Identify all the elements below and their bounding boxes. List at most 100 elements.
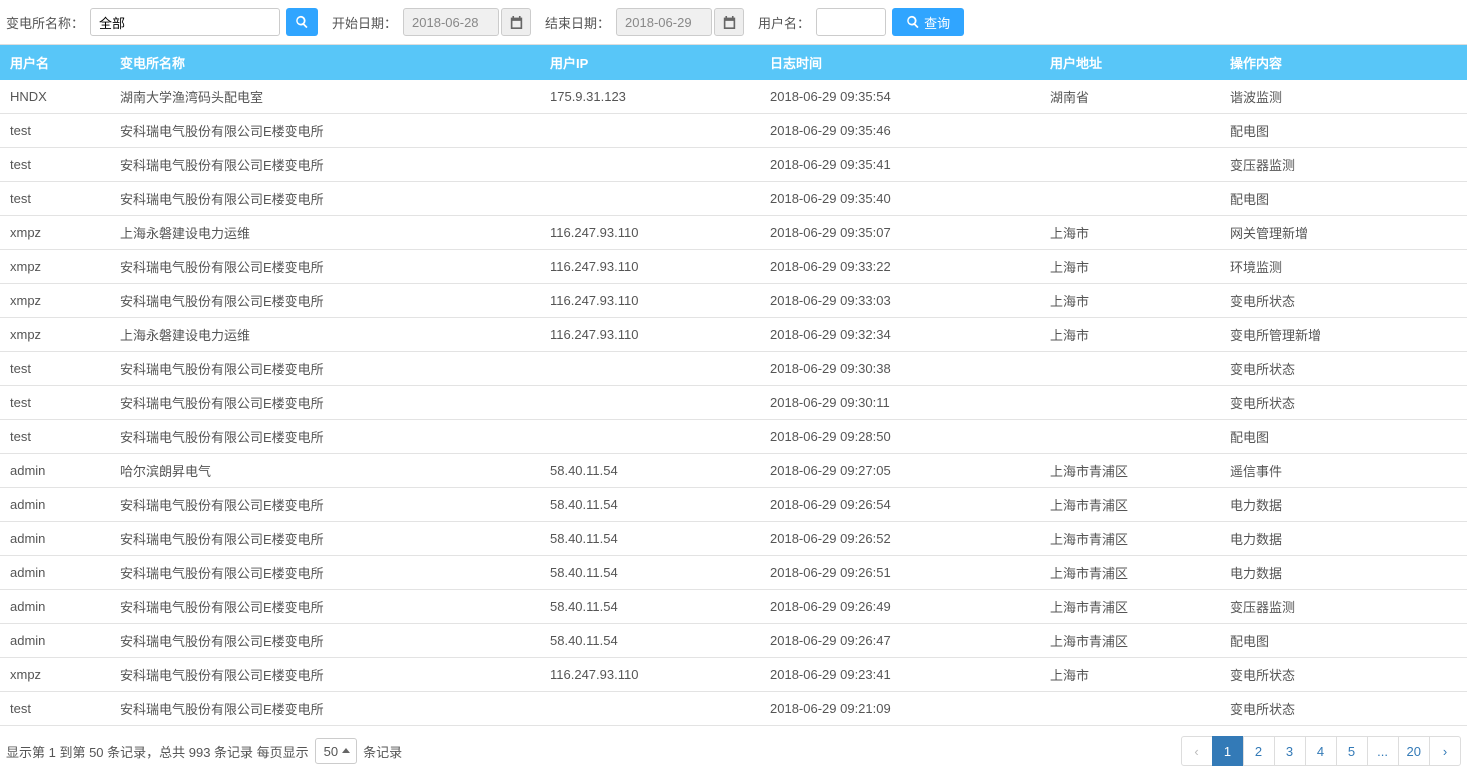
username-input[interactable] <box>816 8 886 36</box>
th-time[interactable]: 日志时间 <box>760 45 1040 80</box>
page-prev[interactable]: ‹ <box>1181 736 1213 766</box>
table-cell: 电力数据 <box>1220 522 1467 556</box>
table-cell: test <box>0 148 110 182</box>
table-cell: 58.40.11.54 <box>540 624 760 658</box>
search-station-button[interactable] <box>286 8 318 36</box>
table-cell: 网关管理新增 <box>1220 216 1467 250</box>
table-row[interactable]: xmpz安科瑞电气股份有限公司E楼变电所116.247.93.1102018-0… <box>0 250 1467 284</box>
table-cell: 上海市 <box>1040 250 1220 284</box>
page-20[interactable]: 20 <box>1398 736 1430 766</box>
page-1[interactable]: 1 <box>1212 736 1244 766</box>
page-2[interactable]: 2 <box>1243 736 1275 766</box>
table-cell: 遥信事件 <box>1220 454 1467 488</box>
table-cell: 安科瑞电气股份有限公司E楼变电所 <box>110 420 540 454</box>
calendar-icon <box>723 16 736 29</box>
table-cell: admin <box>0 488 110 522</box>
table-cell: 2018-06-29 09:30:38 <box>760 352 1040 386</box>
end-date-input[interactable] <box>616 8 712 36</box>
page-3[interactable]: 3 <box>1274 736 1306 766</box>
table-cell: 116.247.93.110 <box>540 658 760 692</box>
table-row[interactable]: test安科瑞电气股份有限公司E楼变电所2018-06-29 09:35:41变… <box>0 148 1467 182</box>
table-cell: 58.40.11.54 <box>540 556 760 590</box>
table-cell: 2018-06-29 09:26:54 <box>760 488 1040 522</box>
table-row[interactable]: admin安科瑞电气股份有限公司E楼变电所58.40.11.542018-06-… <box>0 488 1467 522</box>
table-cell: 58.40.11.54 <box>540 590 760 624</box>
table-row[interactable]: HNDX湖南大学渔湾码头配电室175.9.31.1232018-06-29 09… <box>0 80 1467 114</box>
search-icon <box>906 15 920 29</box>
table-cell: 2018-06-29 09:30:11 <box>760 386 1040 420</box>
table-row[interactable]: test安科瑞电气股份有限公司E楼变电所2018-06-29 09:35:46配… <box>0 114 1467 148</box>
end-date-picker-button[interactable] <box>714 8 744 36</box>
table-row[interactable]: xmpz安科瑞电气股份有限公司E楼变电所116.247.93.1102018-0… <box>0 284 1467 318</box>
table-cell: 安科瑞电气股份有限公司E楼变电所 <box>110 182 540 216</box>
table-cell <box>540 352 760 386</box>
th-addr[interactable]: 用户地址 <box>1040 45 1220 80</box>
table-cell: 175.9.31.123 <box>540 80 760 114</box>
log-table-wrap: 用户名 变电所名称 用户IP 日志时间 用户地址 操作内容 HNDX湖南大学渔湾… <box>0 44 1467 726</box>
pagination: ‹12345...20› <box>1182 736 1461 766</box>
table-row[interactable]: xmpz上海永磐建设电力运维116.247.93.1102018-06-29 0… <box>0 318 1467 352</box>
page-next[interactable]: › <box>1429 736 1461 766</box>
table-cell: 安科瑞电气股份有限公司E楼变电所 <box>110 148 540 182</box>
table-cell: test <box>0 692 110 726</box>
table-cell: 2018-06-29 09:35:41 <box>760 148 1040 182</box>
table-cell <box>540 692 760 726</box>
table-row[interactable]: test安科瑞电气股份有限公司E楼变电所 2018-06-29 09:28:50 配… <box>0 420 1467 454</box>
table-cell: 安科瑞电气股份有限公司E楼变电所 <box>110 658 540 692</box>
query-button[interactable]: 查询 <box>892 8 964 36</box>
table-cell: 电力数据 <box>1220 556 1467 590</box>
table-row[interactable]: xmpz安科瑞电气股份有限公司E楼变电所116.247.93.1102018-0… <box>0 658 1467 692</box>
table-cell: 配电图 <box>1220 420 1467 454</box>
table-footer: 显示第 1 到第 50 条记录，总共 993 条记录 每页显示 50 条记录 ‹… <box>0 726 1467 774</box>
table-cell: 安科瑞电气股份有限公司E楼变电所 <box>110 624 540 658</box>
table-row[interactable]: test安科瑞电气股份有限公司E楼变电所2018-06-29 09:30:38变… <box>0 352 1467 386</box>
table-cell <box>540 386 760 420</box>
filter-toolbar: 变电所名称： 开始日期： 结束日期： 用户名： 查询 <box>0 0 1467 44</box>
table-cell: xmpz <box>0 216 110 250</box>
th-ip[interactable]: 用户IP <box>540 45 760 80</box>
table-cell <box>1040 182 1220 216</box>
table-row[interactable]: test安科瑞电气股份有限公司E楼变电所2018-06-29 09:30:11变… <box>0 386 1467 420</box>
table-cell: 变压器监测 <box>1220 590 1467 624</box>
start-date-picker-button[interactable] <box>501 8 531 36</box>
vertical-scrollbar[interactable] <box>1451 45 1467 726</box>
page-5[interactable]: 5 <box>1336 736 1368 766</box>
table-cell: 环境监测 <box>1220 250 1467 284</box>
table-row[interactable]: test安科瑞电气股份有限公司E楼变电所2018-06-29 09:35:40配… <box>0 182 1467 216</box>
table-row[interactable]: admin哈尔滨朗昇电气58.40.11.542018-06-29 09:27:… <box>0 454 1467 488</box>
table-row[interactable]: admin安科瑞电气股份有限公司E楼变电所58.40.11.542018-06-… <box>0 522 1467 556</box>
page-size-select[interactable]: 50 <box>315 738 357 764</box>
table-cell: 58.40.11.54 <box>540 488 760 522</box>
table-row[interactable]: admin安科瑞电气股份有限公司E楼变电所58.40.11.542018-06-… <box>0 556 1467 590</box>
table-cell <box>540 114 760 148</box>
table-cell <box>1040 114 1220 148</box>
table-cell: test <box>0 420 110 454</box>
table-cell: admin <box>0 454 110 488</box>
th-username[interactable]: 用户名 <box>0 45 110 80</box>
table-row[interactable]: xmpz上海永磐建设电力运维116.247.93.1102018-06-29 0… <box>0 216 1467 250</box>
table-cell: admin <box>0 590 110 624</box>
table-row[interactable]: admin安科瑞电气股份有限公司E楼变电所58.40.11.542018-06-… <box>0 624 1467 658</box>
start-date-input[interactable] <box>403 8 499 36</box>
station-input[interactable] <box>90 8 280 36</box>
table-row[interactable]: admin安科瑞电气股份有限公司E楼变电所58.40.11.542018-06-… <box>0 590 1467 624</box>
table-cell: 安科瑞电气股份有限公司E楼变电所 <box>110 590 540 624</box>
start-date-label: 开始日期： <box>332 13 397 32</box>
table-cell: 安科瑞电气股份有限公司E楼变电所 <box>110 522 540 556</box>
table-cell: 2018-06-29 09:27:05 <box>760 454 1040 488</box>
table-cell: admin <box>0 624 110 658</box>
table-cell: 上海市青浦区 <box>1040 454 1220 488</box>
page-4[interactable]: 4 <box>1305 736 1337 766</box>
table-cell: 湖南大学渔湾码头配电室 <box>110 80 540 114</box>
table-cell: 安科瑞电气股份有限公司E楼变电所 <box>110 114 540 148</box>
th-op[interactable]: 操作内容 <box>1220 45 1467 80</box>
table-cell: 安科瑞电气股份有限公司E楼变电所 <box>110 284 540 318</box>
table-cell: 谐波监测 <box>1220 80 1467 114</box>
table-cell: 2018-06-29 09:35:07 <box>760 216 1040 250</box>
table-row[interactable]: test安科瑞电气股份有限公司E楼变电所2018-06-29 09:21:09变… <box>0 692 1467 726</box>
table-cell: xmpz <box>0 658 110 692</box>
table-cell: 2018-06-29 09:28:50 <box>760 420 1040 454</box>
table-cell: 116.247.93.110 <box>540 284 760 318</box>
query-button-label: 查询 <box>924 13 950 32</box>
th-station[interactable]: 变电所名称 <box>110 45 540 80</box>
